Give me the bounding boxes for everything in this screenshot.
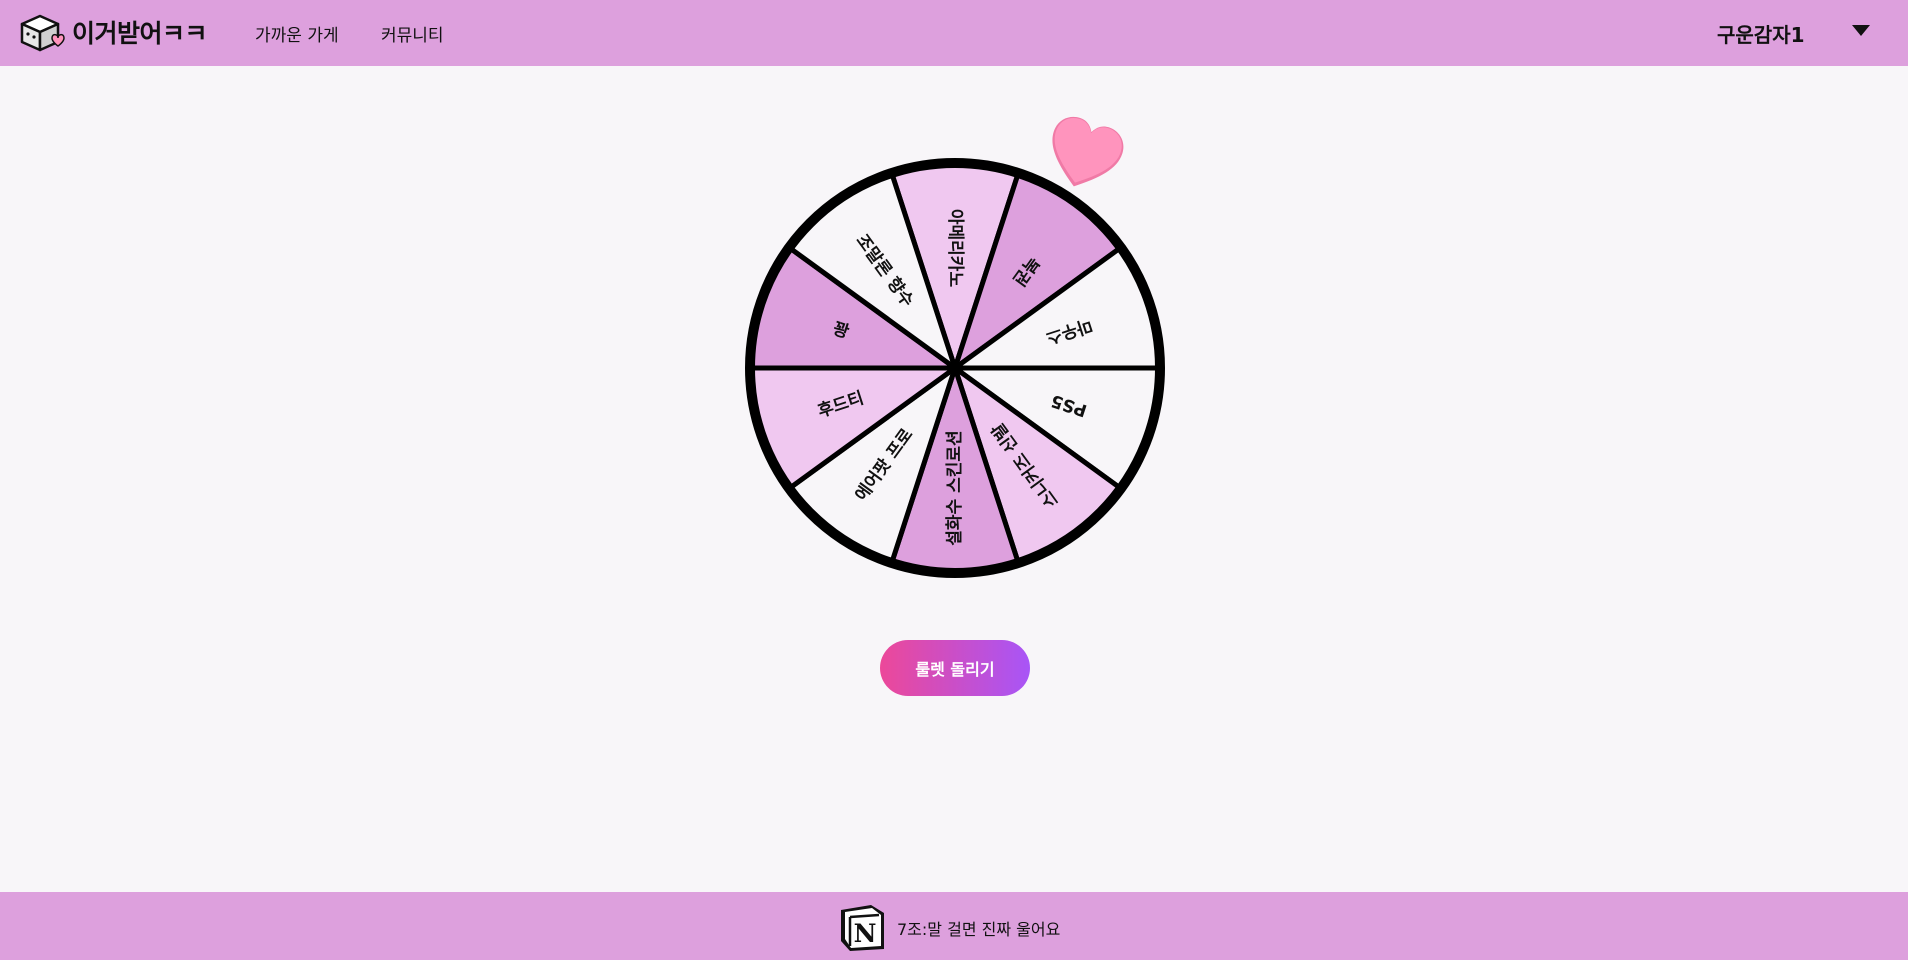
wheel-segment-label: 설화수 스킨로션 — [945, 430, 965, 545]
footer-team-text: 7조:말 걸면 진짜 울어요 — [897, 920, 1061, 939]
heart-pointer-icon — [1052, 116, 1124, 187]
spin-roulette-button[interactable]: 룰렛 돌리기 — [880, 640, 1030, 696]
top-navbar: 이거받어ㅋㅋ 가까운 가게 커뮤니티 구운감자1 — [0, 0, 1908, 66]
nav-community[interactable]: 커뮤니티 — [381, 21, 444, 46]
roulette-wheel: 아메리카노 복권마우스PS5스니커즈 신발설화수 스킨로션에어팟 프로후드티꽝조말… — [745, 158, 1165, 578]
nav-nearby-stores[interactable]: 가까운 가게 — [255, 21, 339, 46]
user-name[interactable]: 구운감자1 — [1717, 19, 1805, 48]
wheel-segment-label: 아메리카노 — [945, 209, 965, 288]
svg-text:N: N — [854, 919, 877, 948]
gift-box-icon — [20, 14, 65, 52]
brand-name: 이거받어ㅋㅋ — [72, 19, 208, 48]
brand-logo[interactable]: 이거받어ㅋㅋ — [18, 12, 208, 52]
wheel-hub — [949, 362, 961, 374]
user-menu-dropdown-icon[interactable] — [1852, 25, 1870, 36]
notion-logo-icon[interactable]: N — [836, 901, 888, 953]
